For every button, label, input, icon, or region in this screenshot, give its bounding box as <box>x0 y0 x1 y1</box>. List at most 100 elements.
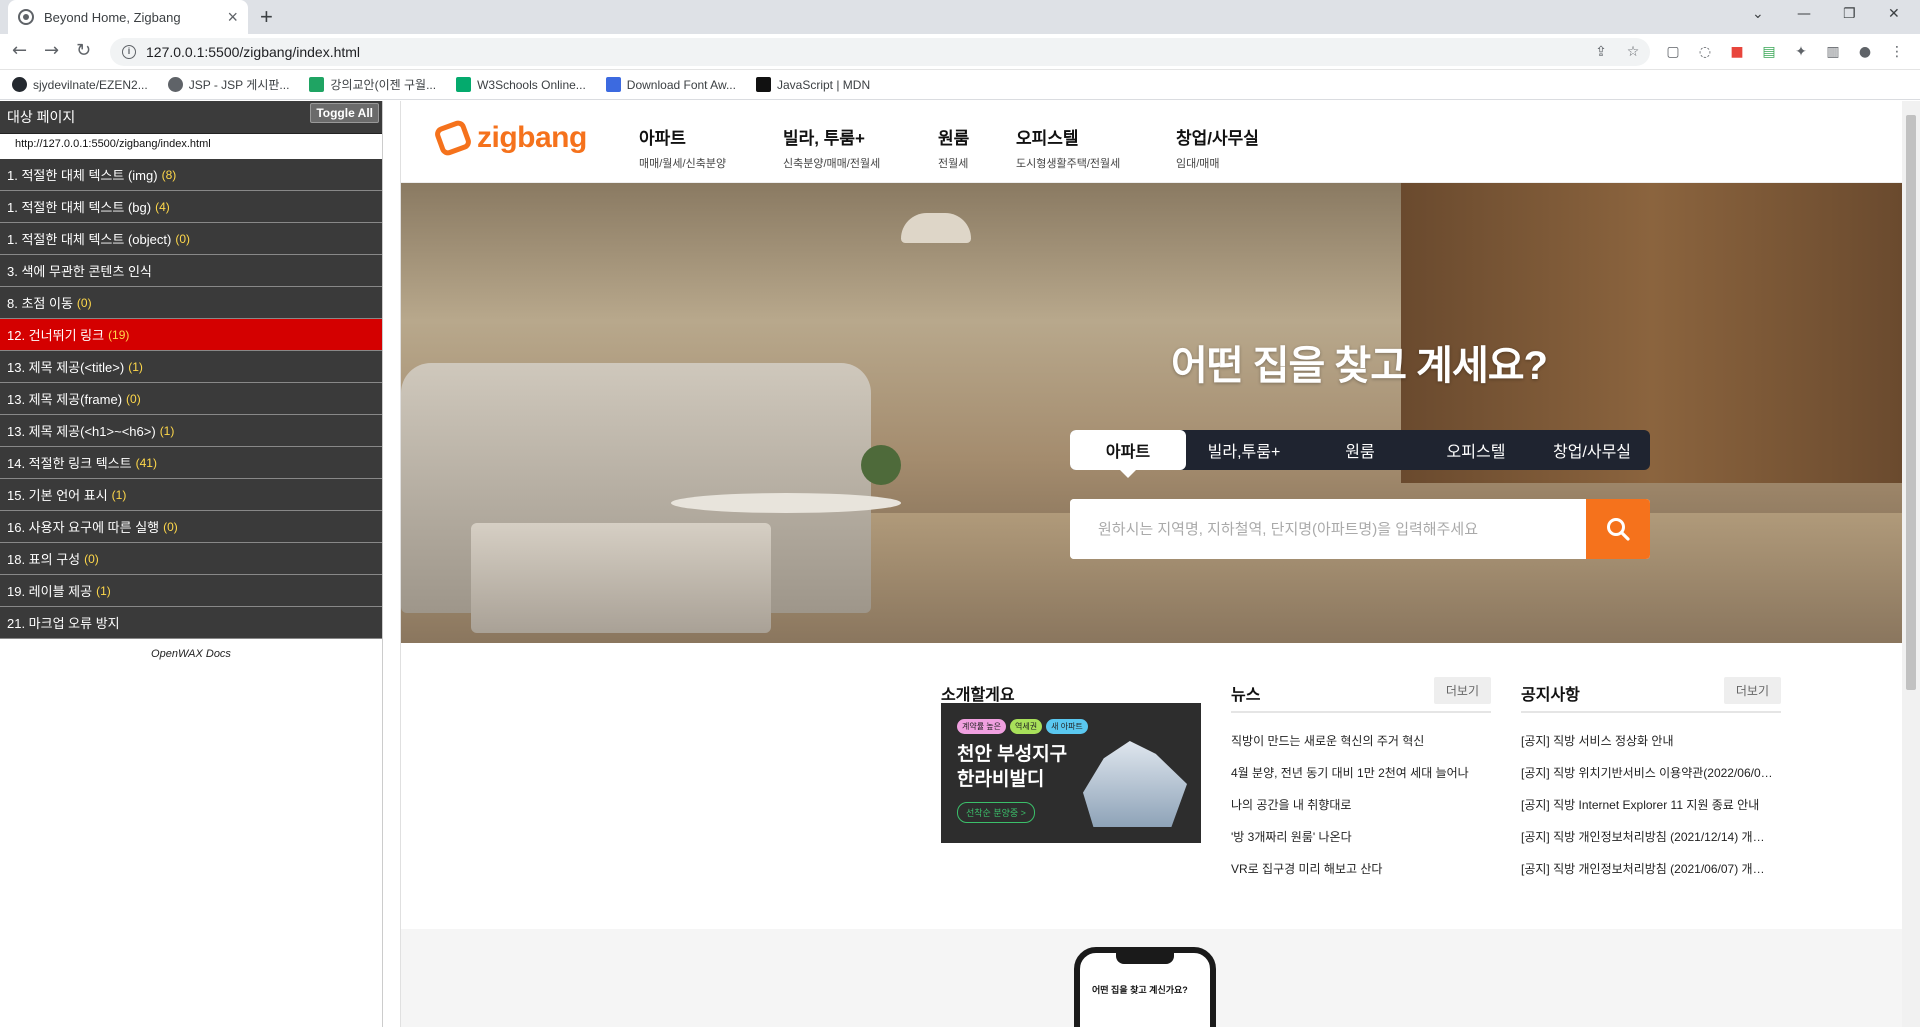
page-scrollbar[interactable] <box>1902 101 1920 1027</box>
promo-tag: 역세권 <box>1010 719 1043 734</box>
browser-tab[interactable]: Beyond Home, Zigbang × <box>8 0 248 34</box>
panel-item-count: (0) <box>175 231 190 246</box>
news-item[interactable]: VR로 집구경 미리 해보고 산다 <box>1231 853 1491 885</box>
search-tab-villa[interactable]: 빌라,투룸+ <box>1186 430 1302 470</box>
notice-item[interactable]: [공지] 직방 서비스 정상화 안내 <box>1521 725 1781 757</box>
notice-item[interactable]: [공지] 직방 개인정보처리방침 (2021/12/14) 개… <box>1521 821 1781 853</box>
menu-icon[interactable]: ⋮ <box>1888 43 1906 61</box>
panel-item-count: (0) <box>126 391 141 406</box>
search-box <box>1070 499 1650 559</box>
panel-item-count: (4) <box>155 199 170 214</box>
panel-item-label: 19. 레이블 제공 <box>7 584 93 599</box>
extension-icon[interactable]: ▢ <box>1664 43 1682 61</box>
notice-item[interactable]: [공지] 직방 위치기반서비스 이용약관(2022/06/0… <box>1521 757 1781 789</box>
toggle-all-button[interactable]: Toggle All <box>310 103 379 123</box>
forward-icon[interactable]: → <box>44 40 59 61</box>
panel-item-label: 1. 적절한 대체 텍스트 (object) <box>7 232 172 247</box>
news-item[interactable]: 직방이 만드는 새로운 혁신의 주거 혁신 <box>1231 725 1491 757</box>
search-tab-officetel[interactable]: 오피스텔 <box>1418 430 1534 470</box>
gnb-item-apartment[interactable]: 아파트 매매/월세/신축분양 <box>639 124 726 171</box>
site-info-icon[interactable]: i <box>122 45 136 59</box>
restore-icon[interactable]: ❐ <box>1843 6 1856 22</box>
news-item[interactable]: 4월 분양, 전년 동기 대비 1만 2천여 세대 늘어나 <box>1231 757 1491 789</box>
gnb-item-villa[interactable]: 빌라, 투룸+ 신축분양/매매/전월세 <box>783 124 880 171</box>
panel-item-count: (0) <box>163 519 178 534</box>
gnb-item-officetel[interactable]: 오피스텔 도시형생활주택/전월세 <box>1016 124 1120 171</box>
side-panel-icon[interactable]: ▥ <box>1824 43 1842 61</box>
gnb-item-office[interactable]: 창업/사무실 임대/매매 <box>1176 124 1259 171</box>
promo-banner[interactable]: 계약률 높은 역세권 새 아파트 천안 부성지구 한라비발디 선착순 분양중 > <box>941 703 1201 843</box>
google-drive-icon <box>309 77 325 92</box>
panel-item[interactable]: 19. 레이블 제공 (1) <box>0 575 382 607</box>
bookmark-item[interactable]: 강의교안(이젠 구월... <box>309 76 436 93</box>
github-icon <box>12 77 27 92</box>
news-item[interactable]: '방 3개짜리 원룸' 나온다 <box>1231 821 1491 853</box>
close-tab-icon[interactable]: × <box>227 8 238 26</box>
panel-item[interactable]: 12. 건너뛰기 링크 (19) <box>0 319 382 351</box>
panel-item[interactable]: 8. 초점 이동 (0) <box>0 287 382 319</box>
hero-background <box>861 445 901 485</box>
panel-item[interactable]: 13. 제목 제공(<title>) (1) <box>0 351 382 383</box>
panel-item[interactable]: 13. 제목 제공(frame) (0) <box>0 383 382 415</box>
extension-icon[interactable]: ■ <box>1728 43 1746 61</box>
bookmark-item[interactable]: W3Schools Online... <box>456 77 586 92</box>
address-bar[interactable]: i 127.0.0.1:5500/zigbang/index.html <box>110 38 1650 66</box>
tab-search-icon[interactable]: ⌄ <box>1752 6 1764 22</box>
panel-header: 대상 페이지 Toggle All <box>0 101 382 134</box>
address-url[interactable]: 127.0.0.1:5500/zigbang/index.html <box>146 44 360 60</box>
minimize-icon[interactable]: — <box>1797 6 1811 22</box>
promo-button[interactable]: 선착순 분양중 > <box>957 802 1035 823</box>
gnb-item-oneroom[interactable]: 원룸 전월세 <box>938 124 969 171</box>
bookmark-star-icon[interactable]: ☆ <box>1624 43 1642 61</box>
zigbang-logo[interactable]: zigbang <box>432 118 587 158</box>
extension-icon[interactable]: ◌ <box>1696 43 1714 61</box>
news-header: 뉴스 더보기 <box>1231 677 1491 713</box>
panel-item-label: 13. 제목 제공(frame) <box>7 392 123 407</box>
bookmark-label: Download Font Aw... <box>626 77 736 92</box>
notice-item[interactable]: [공지] 직방 Internet Explorer 11 지원 종료 안내 <box>1521 789 1781 821</box>
search-button[interactable] <box>1586 499 1650 559</box>
news-list: 직방이 만드는 새로운 혁신의 주거 혁신 4월 분양, 전년 동기 대비 1만 … <box>1231 725 1491 885</box>
openwax-docs-link[interactable]: OpenWAX Docs <box>0 648 382 660</box>
bookmark-item[interactable]: JSP - JSP 게시판... <box>167 76 289 93</box>
gnb-title: 원룸 <box>938 129 970 148</box>
panel-item[interactable]: 1. 적절한 대체 텍스트 (img) (8) <box>0 159 382 191</box>
search-tab-office[interactable]: 창업/사무실 <box>1534 430 1650 470</box>
notice-list: [공지] 직방 서비스 정상화 안내 [공지] 직방 위치기반서비스 이용약관(2… <box>1521 725 1781 885</box>
extension-icon[interactable]: ▤ <box>1760 43 1778 61</box>
search-tab-oneroom[interactable]: 원룸 <box>1302 430 1418 470</box>
news-more-button[interactable]: 더보기 <box>1433 677 1491 704</box>
panel-item[interactable]: 21. 마크업 오류 방지 <box>0 607 382 639</box>
search-tab-apartment[interactable]: 아파트 <box>1070 430 1186 478</box>
panel-item-label: 15. 기본 언어 표시 <box>7 488 108 503</box>
profile-icon[interactable]: ● <box>1856 43 1874 61</box>
panel-item[interactable]: 16. 사용자 요구에 따른 실행 (0) <box>0 511 382 543</box>
panel-item-label: 13. 제목 제공(<h1>~<h6>) <box>7 424 156 439</box>
notice-item[interactable]: [공지] 직방 개인정보처리방침 (2021/06/07) 개… <box>1521 853 1781 885</box>
panel-item[interactable]: 1. 적절한 대체 텍스트 (object) (0) <box>0 223 382 255</box>
reload-icon[interactable]: ↻ <box>76 40 91 61</box>
bookmark-item[interactable]: Download Font Aw... <box>605 77 736 92</box>
panel-item[interactable]: 3. 색에 무관한 콘텐츠 인식 <box>0 255 382 287</box>
close-window-icon[interactable]: ✕ <box>1888 6 1900 22</box>
mdn-icon <box>755 77 771 92</box>
panel-item[interactable]: 14. 적절한 링크 텍스트 (41) <box>0 447 382 479</box>
panel-item-list: 1. 적절한 대체 텍스트 (img) (8) 1. 적절한 대체 텍스트 (bg)… <box>0 159 382 639</box>
intro-section: 소개할게요 계약률 높은 역세권 새 아파트 천안 부성지구 한라비발디 선착순 … <box>941 681 1201 843</box>
news-item[interactable]: 나의 공간을 내 취향대로 <box>1231 789 1491 821</box>
notice-more-button[interactable]: 더보기 <box>1723 677 1781 704</box>
bookmark-item[interactable]: sjydevilnate/EZEN2... <box>12 77 148 92</box>
panel-item[interactable]: 13. 제목 제공(<h1>~<h6>) (1) <box>0 415 382 447</box>
puzzle-icon[interactable]: ✦ <box>1792 43 1810 61</box>
share-icon[interactable]: ⇪ <box>1592 43 1610 61</box>
panel-item[interactable]: 18. 표의 구성 (0) <box>0 543 382 575</box>
gnb-subtitle: 신축분양/매매/전월세 <box>783 158 881 170</box>
back-icon[interactable]: ← <box>12 40 27 61</box>
bookmark-item[interactable]: JavaScript | MDN <box>755 77 870 92</box>
hero-background <box>471 523 771 633</box>
scrollbar-thumb[interactable] <box>1906 115 1916 690</box>
search-input[interactable] <box>1070 499 1586 559</box>
panel-item[interactable]: 1. 적절한 대체 텍스트 (bg) (4) <box>0 191 382 223</box>
panel-item[interactable]: 15. 기본 언어 표시 (1) <box>0 479 382 511</box>
new-tab-button[interactable]: + <box>260 4 273 30</box>
